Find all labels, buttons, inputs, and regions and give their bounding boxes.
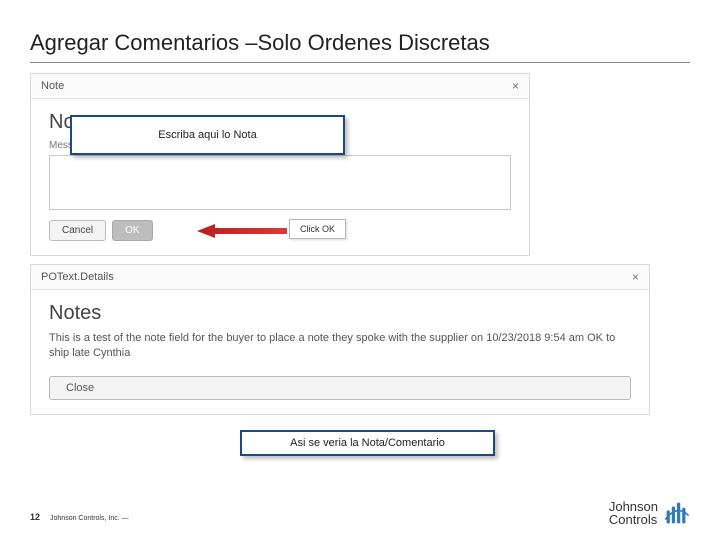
- logo-mark-icon: [664, 500, 690, 526]
- write-here-text: Escriba aqui lo Nota: [158, 129, 256, 141]
- note-sample-text: This is a test of the note field for the…: [49, 331, 631, 362]
- preview-callout-text: Asi se veria la Nota/Comentario: [290, 437, 445, 449]
- potext-modal-title: POText.Details: [41, 271, 114, 283]
- page-number: 12: [30, 512, 40, 522]
- copyright-text: Johnson Controls, Inc. —: [50, 515, 129, 522]
- ok-button[interactable]: OK: [112, 220, 152, 241]
- arrow-right-icon: [197, 224, 287, 238]
- slide-footer: 12 Johnson Controls, Inc. —: [30, 512, 129, 522]
- note-modal-header: Note ×: [31, 74, 529, 99]
- slide-title: Agregar Comentarios –Solo Ordenes Discre…: [30, 30, 690, 63]
- close-icon[interactable]: ×: [512, 79, 519, 93]
- logo-line2: Controls: [609, 513, 658, 526]
- note-modal: Note × Notes Message: Cancel OK: [30, 73, 530, 256]
- close-icon[interactable]: ×: [632, 270, 639, 284]
- potext-modal-header: POText.Details ×: [31, 265, 649, 290]
- notes-heading: Notes: [49, 302, 631, 325]
- potext-modal: POText.Details × Notes This is a test of…: [30, 264, 650, 415]
- preview-callout: Asi se veria la Nota/Comentario: [240, 430, 495, 456]
- johnson-controls-logo: Johnson Controls: [609, 500, 690, 526]
- note-modal-title: Note: [41, 80, 64, 92]
- close-button[interactable]: Close: [49, 376, 631, 400]
- logo-text: Johnson Controls: [609, 500, 658, 526]
- message-textarea[interactable]: [49, 155, 511, 210]
- write-here-callout: Escriba aqui lo Nota: [70, 115, 345, 155]
- cancel-button[interactable]: Cancel: [49, 220, 106, 241]
- click-ok-callout: Click OK: [289, 219, 346, 239]
